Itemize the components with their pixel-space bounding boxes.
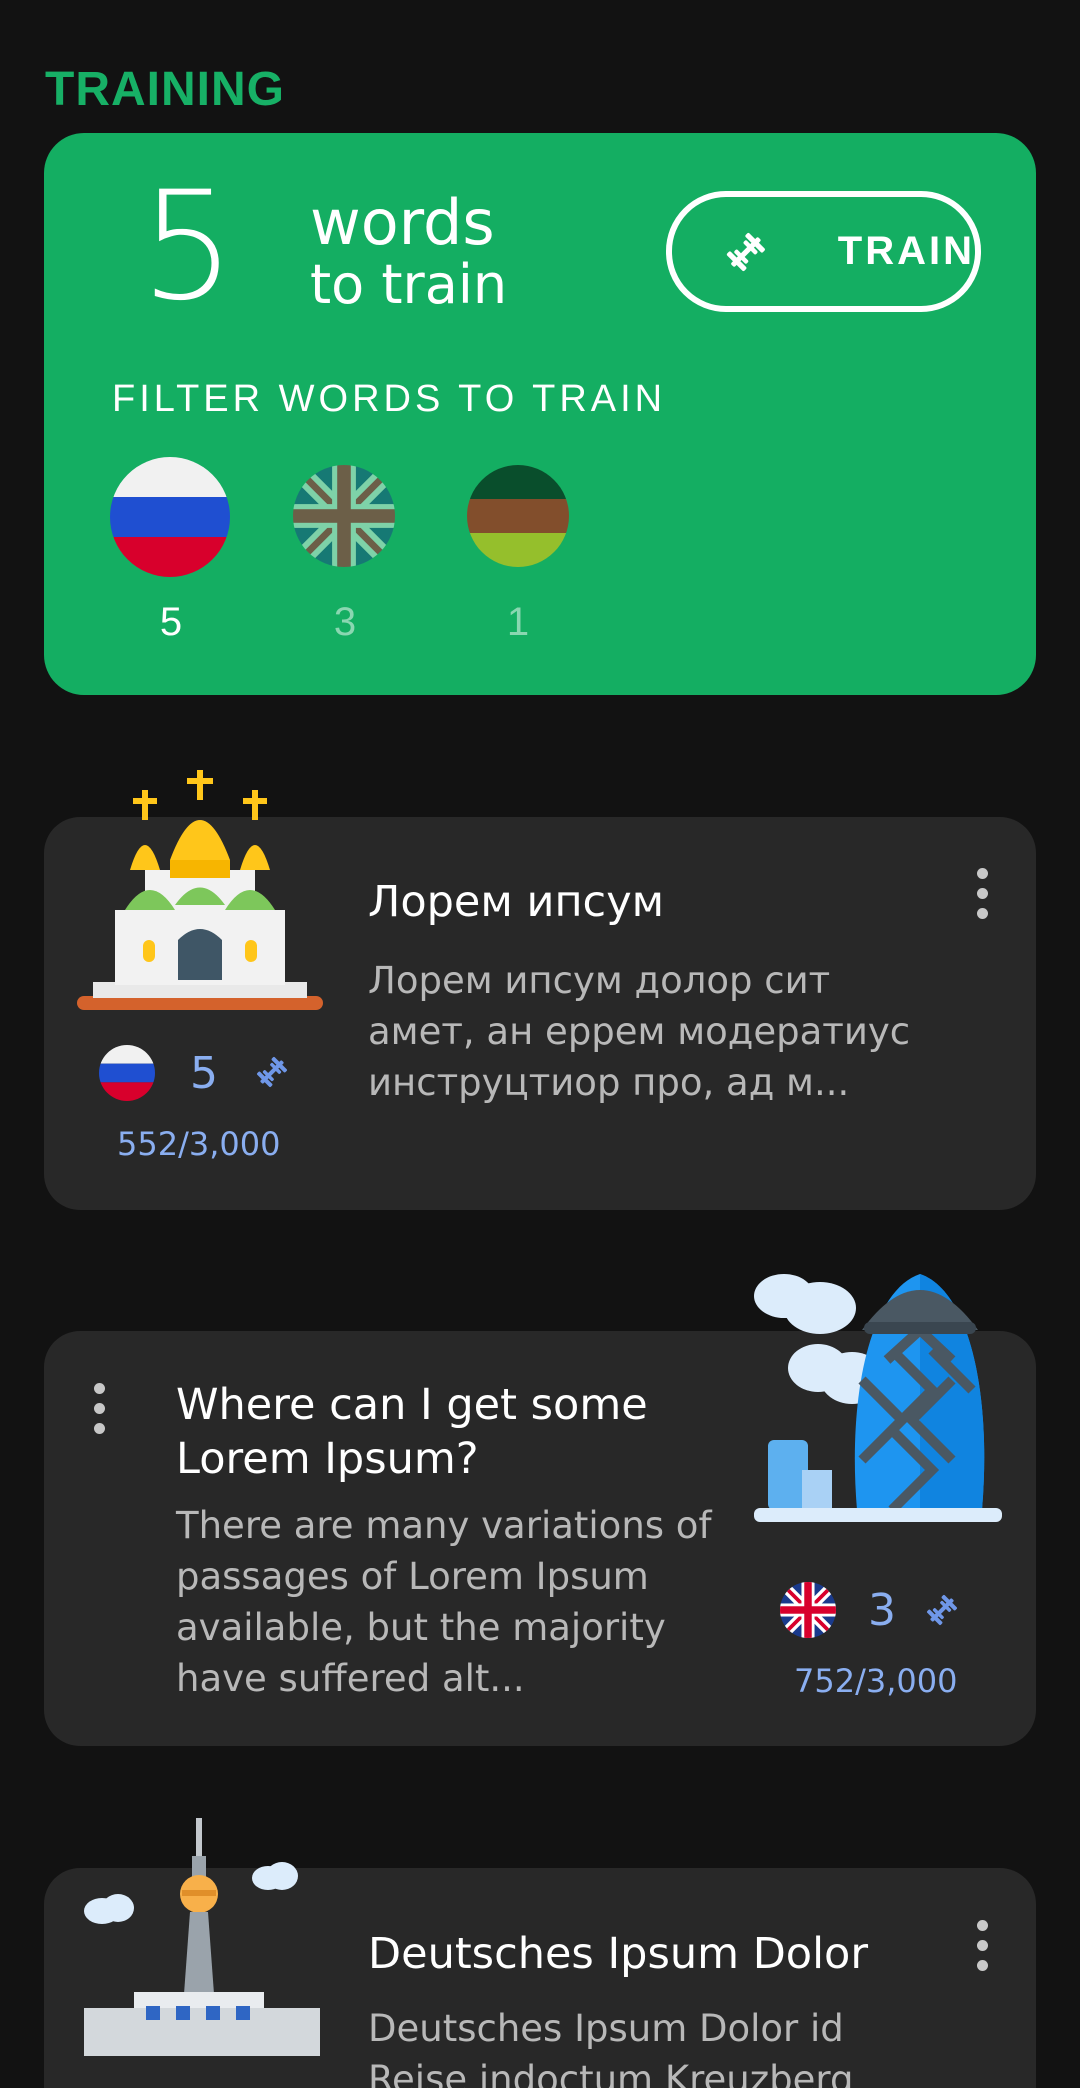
filter-uk-flag[interactable] (293, 465, 395, 567)
lesson-progress: 752/3,000 (794, 1662, 958, 1700)
lesson-title: Where can I get some Lorem Ipsum? (176, 1380, 648, 1484)
lesson-description: Лорем ипсум долор сит амет, ан еррем мод… (368, 959, 911, 1104)
dumbbell-icon (257, 1057, 287, 1087)
filter-germany-count: 1 (506, 600, 530, 644)
lesson-progress: 552/3,000 (117, 1125, 281, 1163)
section-title: TRAINING (45, 63, 285, 116)
more-options-icon[interactable] (79, 1378, 119, 1438)
dumbbell-icon (726, 232, 765, 271)
more-options-icon[interactable] (962, 1915, 1002, 1975)
words-to-train-number: 5 (190, 1048, 218, 1099)
dumbbell-icon (927, 1595, 957, 1625)
filter-germany-flag[interactable] (467, 465, 569, 567)
filter-russia-flag[interactable] (110, 457, 230, 577)
tv-tower-illustration (84, 1818, 320, 2056)
more-options-icon[interactable] (962, 863, 1002, 923)
russia-flag-icon (99, 1045, 155, 1101)
words-label: words (310, 186, 495, 259)
words-to-train-count: 5 (140, 160, 236, 334)
lesson-description: There are many variations of passages of… (176, 1504, 712, 1700)
train-button[interactable]: TRAIN (666, 191, 981, 312)
uk-flag-icon (780, 1582, 836, 1638)
words-to-train-number: 3 (868, 1585, 896, 1636)
to-train-label: to train (310, 253, 508, 316)
gherkin-tower-illustration (754, 1274, 1002, 1522)
filter-uk-count: 3 (333, 600, 357, 644)
lesson-title: Deutsches Ipsum Dolor (368, 1929, 869, 1979)
train-button-label: TRAIN (837, 229, 975, 273)
lesson-title: Лорем ипсум (368, 877, 665, 927)
church-illustration (77, 770, 323, 1010)
lesson-description: Deutsches Ipsum Dolor id Reise indoctum … (368, 2007, 854, 2088)
filter-label: FILTER WORDS TO TRAIN (112, 378, 667, 420)
filter-russia-count: 5 (159, 600, 183, 644)
